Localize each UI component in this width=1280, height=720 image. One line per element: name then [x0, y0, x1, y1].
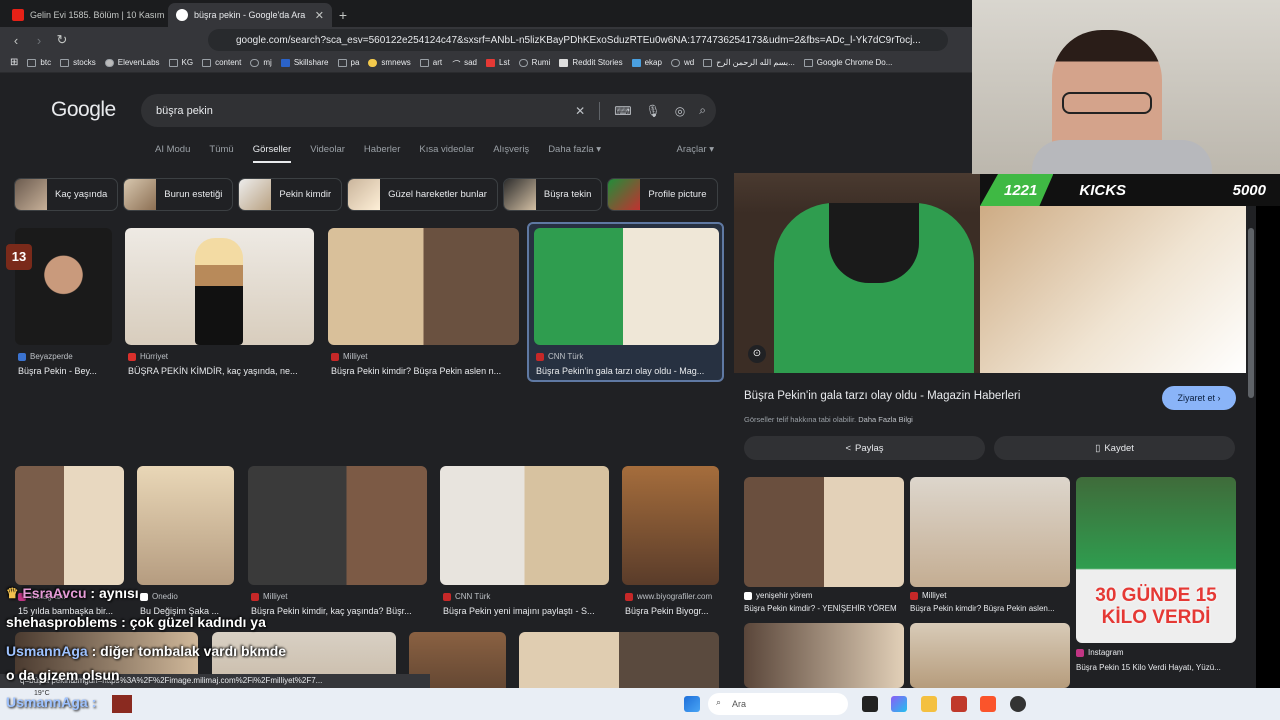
bookmark-item[interactable]: بسم الله الرحمن الرح...	[703, 58, 795, 67]
windows-start-icon[interactable]	[684, 696, 700, 712]
bookmark-item[interactable]: ekap	[631, 58, 662, 67]
stream-chat: ♛ EsraAvcu : aynısı shehasproblems : çok…	[0, 583, 420, 688]
bookmark-item[interactable]: pa	[337, 58, 359, 67]
bookmark-item[interactable]: ElevenLabs	[104, 58, 160, 67]
chip[interactable]: Güzel hareketler bunlar	[347, 178, 498, 211]
tab-videos[interactable]: Videolar	[310, 144, 345, 164]
google-logo[interactable]: Google	[51, 98, 116, 122]
copilot-icon[interactable]	[891, 696, 907, 712]
bookmark-item[interactable]: btc	[27, 58, 51, 67]
tab-gelin-evi[interactable]: Gelin Evi 1585. Bölüm | 10 Kasım	[4, 3, 168, 27]
chat-message: o da gizem olsun	[6, 667, 120, 683]
address-bar[interactable]: google.com/search?sca_esv=560122e254124c…	[208, 29, 948, 51]
reload-button[interactable]: ↻	[52, 32, 72, 48]
tab-images[interactable]: Görseller	[252, 144, 291, 164]
related-image[interactable]	[744, 623, 904, 688]
panel-scrollbar[interactable]	[1248, 228, 1254, 398]
bookmark-item[interactable]: stocks	[60, 58, 96, 67]
close-tab-icon[interactable]: ✕	[315, 9, 324, 22]
clear-icon[interactable]: ✕	[575, 104, 585, 118]
obs-icon[interactable]	[1010, 696, 1026, 712]
bookmark-item[interactable]: ⌒ sad	[451, 58, 477, 69]
tab-ai-mode[interactable]: AI Modu	[155, 144, 190, 164]
brave-browser-icon[interactable]	[980, 696, 996, 712]
tab-label: Gelin Evi 1585. Bölüm | 10 Kasım	[30, 10, 165, 20]
bookmarks-bar: ⊞ btc stocks ElevenLabs KG content mj Sk…	[0, 53, 972, 73]
bookmark-item[interactable]: art	[419, 58, 442, 67]
windows-taskbar: UsmannAga : 19°C ⌕ Ara	[0, 688, 1280, 720]
microphone-icon[interactable]: 🎙	[646, 104, 661, 118]
related-image[interactable]	[910, 623, 1070, 688]
chip[interactable]: Kaç yaşında	[14, 178, 119, 211]
bookmark-item[interactable]: Lst	[486, 58, 510, 67]
search-box[interactable]: büşra pekin ✕ ⌨ 🎙 ◎ ⌕	[141, 94, 716, 127]
youtube-icon	[12, 9, 24, 21]
chip[interactable]: Burun estetiği	[123, 178, 234, 211]
bookmark-item[interactable]: mj	[250, 58, 272, 67]
kicks-goal-bar: 1221 KICKS 5000	[980, 174, 1280, 206]
snipping-tool-icon[interactable]	[951, 696, 967, 712]
search-tabs: AI Modu Tümü Görseller Videolar Haberler…	[155, 144, 620, 164]
chip[interactable]: Pekin kimdir	[238, 178, 343, 211]
chat-message: UsmannAga :	[6, 694, 97, 710]
chat-message: ♛ EsraAvcu : aynısı	[6, 585, 139, 601]
task-view-icon[interactable]	[862, 696, 878, 712]
weather-thumbnail[interactable]	[112, 695, 132, 713]
apps-icon[interactable]: ⊞	[10, 57, 18, 68]
tab-google-search[interactable]: büşra pekin - Google'da Ara ✕	[168, 3, 332, 27]
bookmark-item[interactable]: KG	[168, 58, 193, 67]
chip[interactable]: Büşra tekin	[502, 178, 603, 211]
bookmark-item[interactable]: Rumi	[518, 58, 550, 67]
image-preview-panel: ⊙ Büşra Pekin'in gala tarzı olay oldu - …	[734, 173, 1256, 688]
search-icon[interactable]: ⌕	[699, 103, 706, 118]
bookmark-item[interactable]: content	[202, 58, 241, 67]
chat-message: shehasproblems : çok güzel kadındı ya	[6, 614, 266, 630]
tools-button[interactable]: Araçlar ▾	[677, 144, 715, 155]
bookmark-item[interactable]: wd	[670, 58, 694, 67]
bookmark-item[interactable]: Skillshare	[280, 58, 329, 67]
chat-message: UsmannAga : diğer tombalak vardı bkmde	[6, 643, 287, 659]
file-explorer-icon[interactable]	[921, 696, 937, 712]
weather-widget[interactable]: 19°C	[34, 690, 50, 697]
tab-strip: Gelin Evi 1585. Bölüm | 10 Kasım büşra p…	[0, 0, 972, 27]
taskbar-search-icon: ⌕	[716, 697, 722, 707]
kicks-label: KICKS	[1079, 181, 1127, 199]
license-note: Görseller telif hakkına tabi olabilir. D…	[744, 415, 913, 424]
tab-shopping[interactable]: Alışveriş	[493, 144, 529, 164]
lens-search-icon[interactable]: ⊙	[748, 345, 766, 363]
share-button[interactable]: < Paylaş	[744, 436, 985, 460]
tab-label: büşra pekin - Google'da Ara	[194, 10, 306, 20]
bookmark-icon: ▯	[1095, 442, 1101, 454]
url-text: google.com/search?sca_esv=560122e254124c…	[236, 34, 921, 46]
tab-more[interactable]: Daha fazla ▾	[548, 144, 601, 164]
license-link[interactable]: Daha Fazla Bilgi	[858, 415, 913, 424]
tab-all[interactable]: Tümü	[209, 144, 233, 164]
kicks-goal: 5000	[1232, 181, 1266, 199]
bookmark-item[interactable]: smnews	[368, 58, 411, 67]
related-chips: Kaç yaşında Burun estetiği Pekin kimdir …	[14, 178, 718, 211]
kicks-count: 1221	[1004, 181, 1038, 199]
save-button[interactable]: ▯ Kaydet	[994, 436, 1235, 460]
lens-icon[interactable]: ◎	[675, 104, 685, 118]
search-input[interactable]: büşra pekin	[156, 105, 213, 117]
tab-short-videos[interactable]: Kısa videolar	[419, 144, 474, 164]
forward-button[interactable]: ›	[29, 33, 49, 48]
google-icon	[176, 9, 188, 21]
taskbar-search[interactable]: ⌕ Ara	[708, 693, 848, 715]
bookmark-item[interactable]: Reddit Stories	[559, 58, 623, 67]
chip[interactable]: Profile picture	[607, 178, 718, 211]
keyboard-icon[interactable]: ⌨	[614, 104, 631, 118]
bookmark-item[interactable]: Google Chrome Do...	[803, 58, 892, 67]
back-button[interactable]: ‹	[6, 33, 26, 48]
preview-title[interactable]: Büşra Pekin'in gala tarzı olay oldu - Ma…	[744, 390, 1020, 402]
webcam-overlay	[972, 0, 1280, 174]
overlay-text: 30 GÜNDE 15 KİLO VERDİ	[1095, 585, 1217, 628]
tab-news[interactable]: Haberler	[364, 144, 400, 164]
visit-button[interactable]: Ziyaret et ›	[1162, 386, 1236, 410]
toolbar: ‹ › ↻ ☐ google.com/search?sca_esv=560122…	[0, 27, 972, 53]
stream-badge: 13	[6, 244, 32, 270]
new-tab-button[interactable]: +	[332, 3, 354, 27]
share-icon: <	[845, 442, 852, 454]
